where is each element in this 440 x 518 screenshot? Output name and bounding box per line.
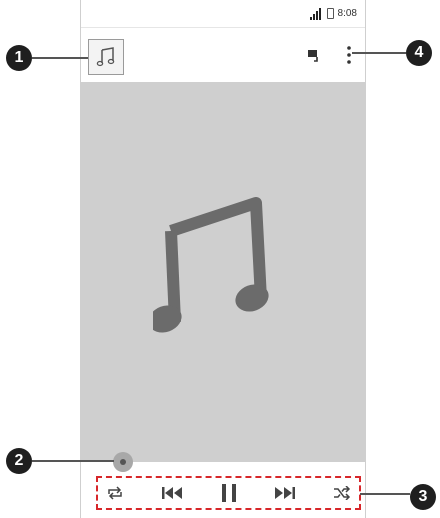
callout-1: 1: [6, 45, 32, 71]
pause-button[interactable]: [218, 482, 240, 504]
shuffle-button[interactable]: [331, 482, 353, 504]
progress-slider-handle[interactable]: [113, 452, 133, 472]
battery-icon: [326, 8, 334, 19]
pause-icon: [221, 484, 236, 502]
callout-leader: [32, 460, 114, 462]
next-icon: [275, 487, 296, 499]
repeat-icon: [108, 486, 122, 500]
app-bar: [81, 28, 365, 82]
previous-button[interactable]: [161, 482, 183, 504]
music-note-icon: [153, 197, 269, 333]
status-time: 8:08: [337, 8, 357, 19]
phone-screen: 8:08: [80, 0, 366, 518]
status-bar: 8:08: [81, 0, 365, 28]
shuffle-icon: [334, 486, 351, 500]
music-note-icon: [96, 47, 115, 67]
next-button[interactable]: [274, 482, 296, 504]
signal-bars-icon: [309, 7, 321, 20]
callout-3: 3: [410, 484, 436, 510]
playlist-icon[interactable]: [307, 48, 321, 62]
callout-leader: [32, 57, 88, 59]
playback-controls: [96, 476, 361, 510]
repeat-button[interactable]: [104, 482, 126, 504]
callout-leader: [352, 52, 406, 54]
overflow-menu-icon[interactable]: [345, 44, 353, 66]
previous-icon: [161, 487, 182, 499]
callout-4: 4: [406, 40, 432, 66]
album-art-thumbnail[interactable]: [88, 39, 124, 75]
callout-leader: [360, 493, 410, 495]
callout-2: 2: [6, 448, 32, 474]
album-cover-area: [81, 82, 365, 462]
